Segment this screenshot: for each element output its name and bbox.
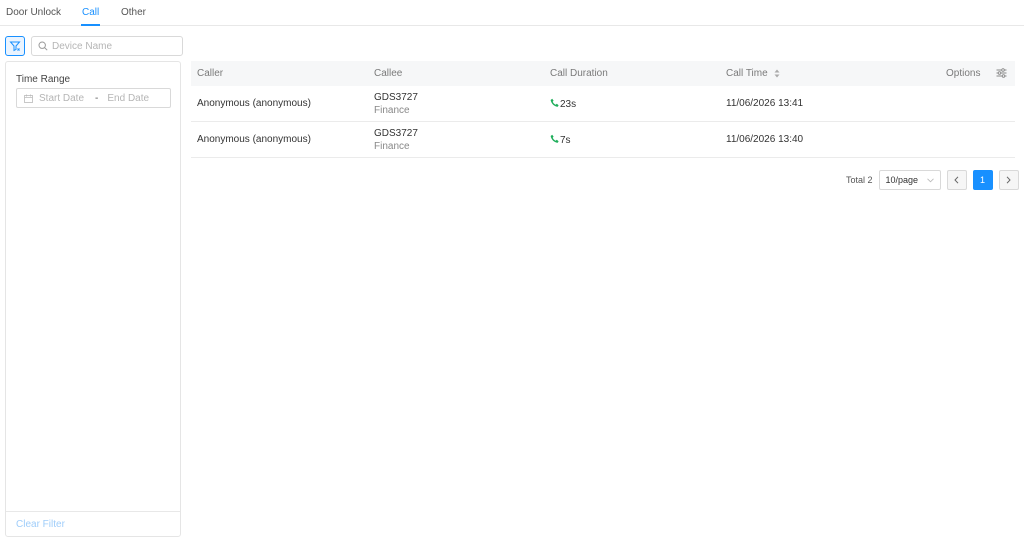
table-row[interactable]: Anonymous (anonymous) GDS3727 Finance 23… (191, 86, 1015, 122)
call-duration-cell: 7s (550, 134, 571, 146)
callee-name: GDS3727 (374, 128, 418, 139)
caller-cell: Anonymous (anonymous) (197, 134, 311, 145)
pagination: Total 2 10/page 1 (846, 170, 1019, 190)
tab-door-unlock[interactable]: Door Unlock (6, 7, 61, 18)
callee-group: Finance (374, 105, 410, 116)
search-icon (38, 41, 48, 51)
filter-panel: Time Range Start Date - End Date Clear F… (5, 61, 181, 537)
page-size-select[interactable]: 10/page (878, 170, 941, 190)
column-callee: Callee (374, 68, 403, 79)
prev-page-button[interactable] (946, 170, 967, 190)
callee-group: Finance (374, 141, 410, 152)
clear-filter-button[interactable]: Clear Filter (16, 519, 65, 530)
page-number-current[interactable]: 1 (972, 170, 993, 190)
record-tabs: Door Unlock Call Other (0, 0, 1024, 26)
total-count: Total 2 (846, 175, 873, 185)
call-time-cell: 11/06/2026 13:41 (726, 98, 804, 109)
call-records-table: Caller Callee Call Duration Call Time Op… (191, 61, 1015, 158)
tab-call[interactable]: Call (80, 7, 101, 26)
call-duration-value: 23s (560, 99, 577, 110)
filter-icon (9, 41, 21, 52)
phone-icon (550, 98, 559, 107)
filter-footer: Clear Filter (6, 511, 180, 536)
end-date-field[interactable]: End Date (107, 93, 149, 104)
page-size-value: 10/page (885, 175, 919, 185)
column-options: Options (946, 68, 981, 79)
call-duration-cell: 23s (550, 98, 576, 110)
calendar-icon (24, 94, 33, 103)
date-range-picker[interactable]: Start Date - End Date (16, 88, 171, 108)
column-call-duration: Call Duration (550, 68, 608, 79)
column-settings-icon[interactable] (996, 68, 1007, 78)
chevron-down-icon (926, 177, 934, 182)
column-call-time-label: Call Time (726, 68, 768, 79)
tab-other[interactable]: Other (121, 7, 146, 18)
time-range-label: Time Range (16, 74, 71, 85)
table-header: Caller Callee Call Duration Call Time Op… (191, 61, 1015, 86)
device-search[interactable] (31, 36, 183, 56)
chevron-right-icon (1006, 176, 1011, 184)
filter-toggle-button[interactable] (5, 36, 25, 56)
date-separator: - (95, 92, 99, 104)
sort-icon[interactable] (774, 69, 780, 78)
caller-cell: Anonymous (anonymous) (197, 98, 311, 109)
chevron-left-icon (954, 176, 959, 184)
phone-icon (550, 134, 559, 143)
column-caller: Caller (197, 68, 224, 79)
start-date-field[interactable]: Start Date (39, 93, 84, 104)
callee-name: GDS3727 (374, 92, 418, 103)
call-duration-value: 7s (560, 135, 571, 146)
call-time-cell: 11/06/2026 13:40 (726, 134, 804, 145)
search-input[interactable] (52, 40, 172, 52)
column-call-time[interactable]: Call Time (726, 68, 780, 79)
table-row[interactable]: Anonymous (anonymous) GDS3727 Finance 7s… (191, 122, 1015, 158)
next-page-button[interactable] (998, 170, 1019, 190)
